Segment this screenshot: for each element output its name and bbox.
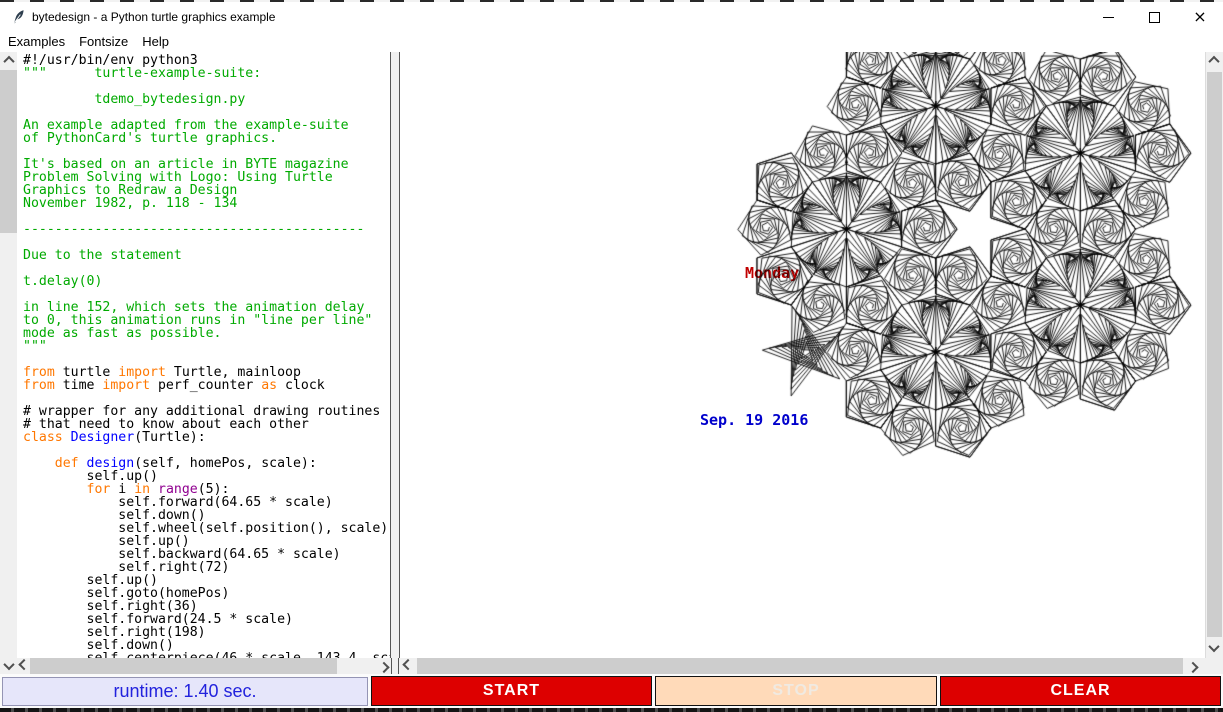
canvas-scroll-down-icon[interactable] (1205, 640, 1223, 656)
canvas-hscroll-thumb[interactable] (417, 658, 1183, 674)
canvas-vscroll-thumb[interactable] (1207, 72, 1222, 637)
code-line: November 1982, p. 118 - 134 (23, 197, 390, 210)
code-hscrollbar[interactable] (17, 658, 391, 674)
bytedesign-drawing (400, 52, 1205, 656)
code-line: from time import perf_counter as clock (23, 379, 390, 392)
menu-fontsize[interactable]: Fontsize (73, 32, 134, 51)
app-window: bytedesign - a Python turtle graphics ex… (0, 0, 1223, 712)
canvas-scroll-right-icon[interactable] (1186, 658, 1200, 674)
close-button[interactable]: × (1177, 2, 1223, 32)
status-bar: runtime: 1.40 sec. STARTSTOPCLEAR (0, 674, 1223, 708)
code-scroll-up-icon[interactable] (0, 52, 17, 68)
clear-button[interactable]: CLEAR (940, 676, 1221, 706)
turtle-canvas-area: MondaySep. 19 2016 (399, 52, 1205, 658)
screen-edge-bottom (0, 708, 1223, 712)
code-line: mode as fast as possible. (23, 327, 390, 340)
code-line: of PythonCard's turtle graphics. (23, 132, 390, 145)
maximize-button[interactable] (1131, 2, 1177, 32)
source-code-pane[interactable]: #!/usr/bin/env python3""" turtle-example… (17, 52, 391, 658)
code-vscrollbar[interactable] (0, 52, 17, 658)
code-hscroll-thumb[interactable] (30, 658, 337, 674)
maximize-icon (1149, 12, 1160, 23)
canvas-scroll-up-icon[interactable] (1205, 52, 1223, 68)
code-scroll-down-icon[interactable] (0, 658, 17, 674)
close-icon: × (1193, 9, 1206, 25)
runtime-label: runtime: 1.40 sec. (2, 677, 368, 706)
window-title: bytedesign - a Python turtle graphics ex… (32, 2, 275, 32)
canvas-hscrollbar[interactable] (399, 658, 1205, 674)
main-area: #!/usr/bin/env python3""" turtle-example… (0, 52, 1223, 658)
minimize-button[interactable] (1085, 2, 1131, 32)
title-bar[interactable]: bytedesign - a Python turtle graphics ex… (0, 2, 1223, 32)
window-controls: × (1085, 2, 1223, 32)
stop-button: STOP (655, 676, 937, 706)
minimize-icon (1103, 17, 1114, 18)
pane-divider-sash[interactable] (391, 658, 399, 674)
canvas-scroll-left-icon[interactable] (401, 658, 415, 674)
code-line: """ (23, 340, 390, 353)
scrollbar-row (0, 658, 1223, 674)
code-lines: #!/usr/bin/env python3""" turtle-example… (17, 52, 390, 658)
canvas-vscrollbar[interactable] (1205, 52, 1223, 658)
menu-help[interactable]: Help (136, 32, 175, 51)
start-button[interactable]: START (371, 676, 652, 706)
code-line: class Designer(Turtle): (23, 431, 390, 444)
code-line: Due to the statement (23, 249, 390, 262)
code-line: """ turtle-example-suite: (23, 67, 390, 80)
pane-divider[interactable] (391, 52, 399, 658)
code-line: tdemo_bytedesign.py (23, 93, 390, 106)
code-scroll-right-icon[interactable] (377, 658, 391, 674)
menu-examples[interactable]: Examples (2, 32, 71, 51)
code-line: t.delay(0) (23, 275, 390, 288)
scrollbar-corner (1205, 658, 1223, 674)
code-line: ----------------------------------------… (23, 223, 390, 236)
code-vscroll-thumb[interactable] (0, 70, 17, 233)
menu-bar: ExamplesFontsizeHelp (0, 32, 1223, 52)
turtle-app-icon (11, 9, 27, 25)
code-scroll-left-icon[interactable] (17, 658, 31, 674)
